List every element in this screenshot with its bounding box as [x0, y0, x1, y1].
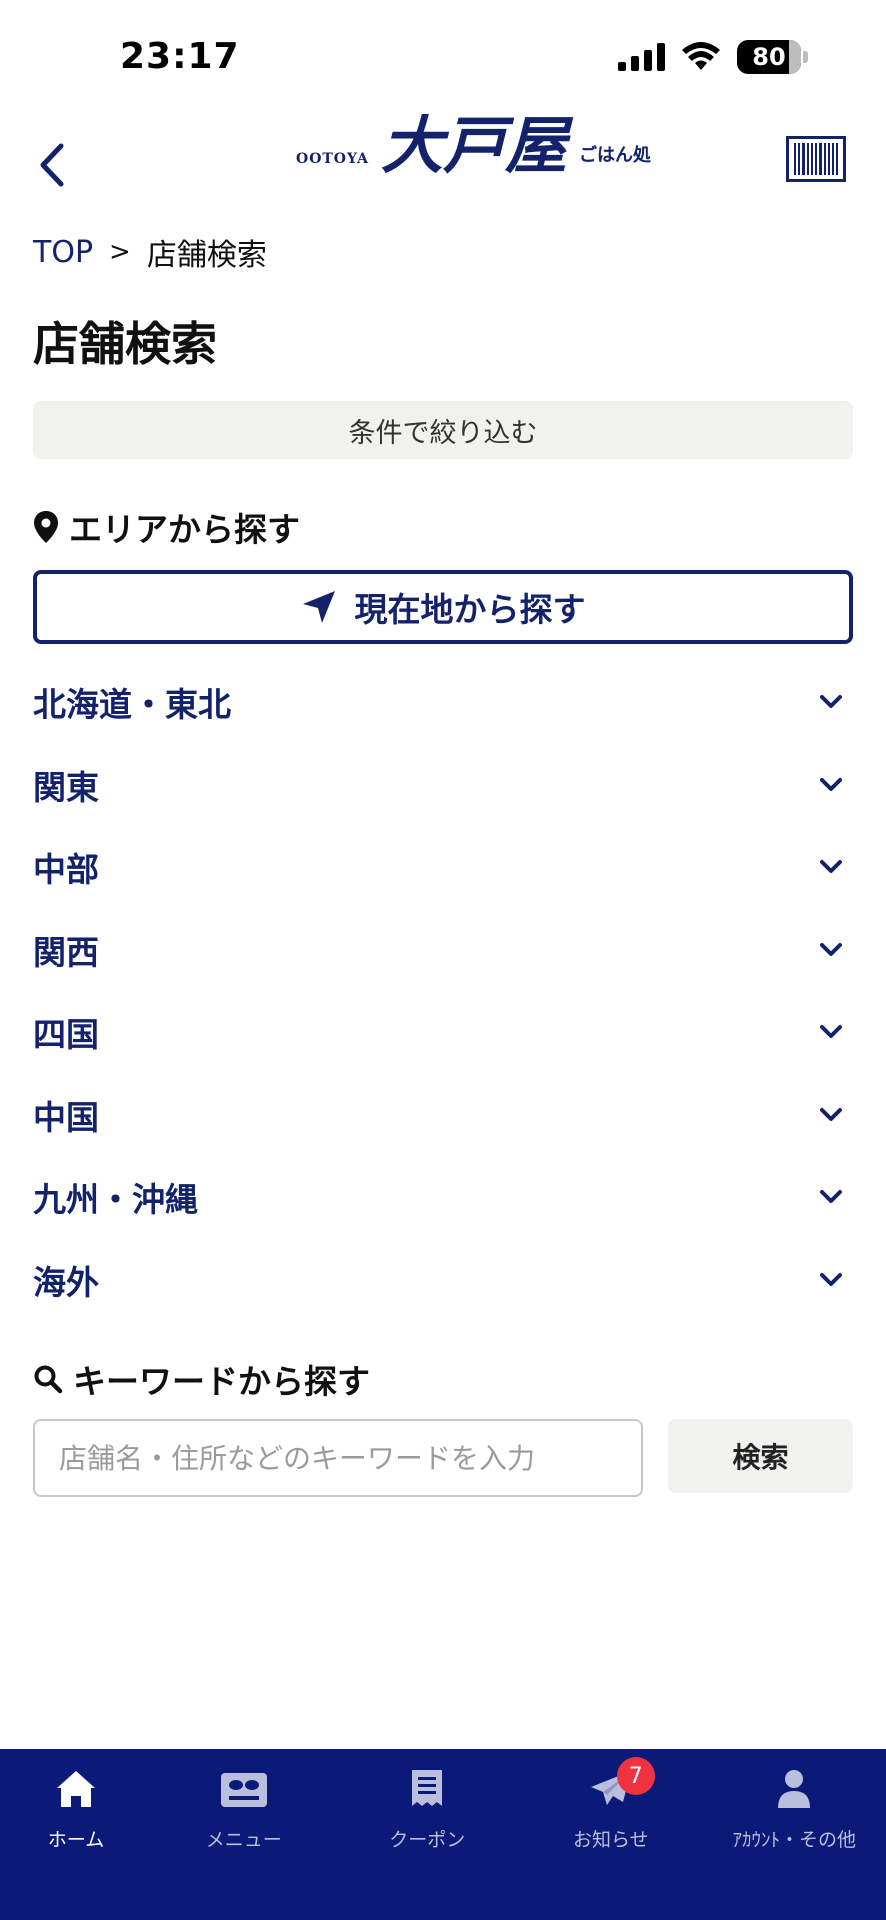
breadcrumb-separator: > [109, 237, 131, 267]
nav-label: ホーム [47, 1829, 105, 1851]
navigation-arrow-icon [302, 591, 335, 623]
battery-level: 80 [752, 43, 786, 71]
region-label: 関東 [33, 767, 99, 807]
chevron-down-icon [820, 695, 842, 709]
search-button[interactable]: 検索 [668, 1419, 853, 1493]
region-label: 関西 [33, 932, 99, 972]
area-heading-label: エリアから探す [69, 510, 300, 549]
chevron-down-icon [820, 777, 842, 791]
keyword-search-input[interactable] [33, 1419, 643, 1497]
region-label: 四国 [33, 1015, 99, 1055]
keyword-search-row: 検索 [33, 1419, 853, 1497]
menu-icon [218, 1763, 270, 1815]
chevron-down-icon [820, 942, 842, 956]
region-item-chugoku[interactable]: 中国 [33, 1074, 853, 1157]
page-title: 店舗検索 [33, 317, 217, 371]
barcode-button[interactable] [786, 136, 846, 182]
region-label: 九州・沖縄 [33, 1180, 198, 1220]
current-location-label: 現在地から探す [354, 590, 586, 629]
account-icon [768, 1763, 820, 1815]
status-icons: 80 [618, 40, 808, 74]
coupon-icon [401, 1763, 453, 1815]
region-item-overseas[interactable]: 海外 [33, 1239, 853, 1322]
region-item-kyushu-okinawa[interactable]: 九州・沖縄 [33, 1156, 853, 1239]
region-item-chubu[interactable]: 中部 [33, 826, 853, 909]
region-label: 北海道・東北 [33, 685, 231, 725]
cellular-signal-icon [618, 43, 665, 71]
ootoya-logo: OOTOYA 大戸屋 ごはん処 [296, 109, 651, 182]
nav-item-notifications[interactable]: 7 お知らせ [519, 1749, 703, 1920]
map-pin-icon [34, 511, 58, 543]
bottom-nav: ホーム メニュー クーポン 7 お知らせ ｱｶｳﾝﾄ・その他 [0, 1749, 886, 1920]
nav-label: クーポン [389, 1829, 466, 1851]
region-item-shikoku[interactable]: 四国 [33, 991, 853, 1074]
status-bar: 23:17 80 [0, 0, 886, 110]
wifi-icon [682, 42, 720, 70]
region-label: 中国 [33, 1097, 99, 1137]
home-icon [50, 1763, 102, 1815]
app-header: OOTOYA 大戸屋 ごはん処 [0, 110, 886, 220]
nav-item-menu[interactable]: メニュー [152, 1749, 336, 1920]
breadcrumb-top-link[interactable]: TOP [33, 235, 93, 270]
chevron-down-icon [820, 1272, 842, 1286]
nav-label: お知らせ [572, 1829, 649, 1851]
nav-label: ｱｶｳﾝﾄ・その他 [732, 1829, 856, 1851]
nav-label: メニュー [205, 1829, 282, 1851]
region-item-hokkaido-tohoku[interactable]: 北海道・東北 [33, 661, 853, 744]
nav-item-account[interactable]: ｱｶｳﾝﾄ・その他 [703, 1749, 886, 1920]
area-section-heading: エリアから探す [33, 503, 300, 551]
region-label: 中部 [33, 850, 99, 890]
breadcrumb: TOP > 店舗検索 [33, 230, 267, 274]
battery-icon: 80 [737, 40, 801, 74]
chevron-down-icon [820, 860, 842, 874]
chevron-left-icon [40, 143, 64, 187]
keyword-section-heading: キーワードから探す [33, 1355, 370, 1403]
back-button[interactable] [26, 130, 78, 200]
region-list: 北海道・東北 関東 中部 関西 四国 中国 九州・沖縄 海外 [33, 661, 853, 1321]
breadcrumb-current: 店舗検索 [146, 238, 267, 273]
region-label: 海外 [33, 1262, 99, 1302]
nav-item-coupon[interactable]: クーポン [336, 1749, 520, 1920]
filter-button[interactable]: 条件で絞り込む [33, 401, 853, 459]
region-item-kansai[interactable]: 関西 [33, 909, 853, 992]
chevron-down-icon [820, 1025, 842, 1039]
region-item-kanto[interactable]: 関東 [33, 744, 853, 827]
chevron-down-icon [820, 1107, 842, 1121]
current-location-button[interactable]: 現在地から探す [33, 570, 853, 644]
chevron-down-icon [820, 1190, 842, 1204]
search-icon [34, 1365, 63, 1394]
notification-badge: 7 [616, 1757, 655, 1795]
keyword-heading-label: キーワードから探す [73, 1362, 370, 1401]
status-time: 23:17 [120, 36, 240, 77]
nav-item-home[interactable]: ホーム [0, 1749, 152, 1920]
